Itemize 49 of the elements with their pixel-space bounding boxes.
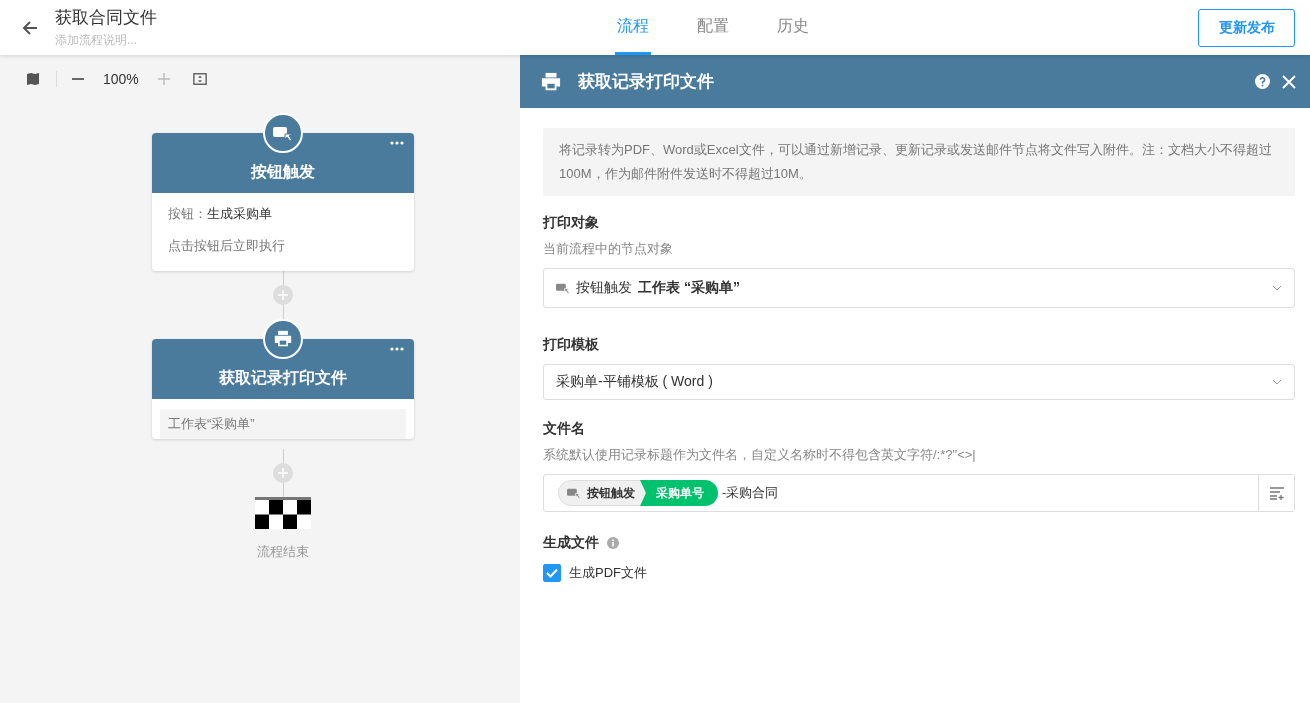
section-label: 打印对象 — [543, 214, 599, 232]
node-tag: 按钮触发 — [558, 480, 646, 506]
node-title: 按钮触发 — [251, 162, 315, 182]
more-icon[interactable] — [390, 141, 404, 145]
info-icon[interactable] — [607, 537, 619, 549]
flow-title: 获取合同文件 — [55, 7, 158, 29]
printer-icon — [273, 330, 293, 348]
section-label: 打印模板 — [543, 336, 599, 354]
list-add-icon — [1268, 486, 1285, 500]
caret-icon — [1272, 285, 1282, 291]
checkbox[interactable] — [543, 564, 561, 582]
node-card[interactable]: 按钮触发 按钮：生成采购单 点击按钮后立即执行 — [152, 133, 414, 271]
node-card[interactable]: 获取记录打印文件 工作表“采购单” — [152, 339, 414, 439]
section-hint: 系统默认使用记录标题作为文件名，自定义名称时不得包含英文字符/:*?"<>| — [543, 446, 977, 464]
finish-flag-icon — [255, 497, 311, 529]
zoom-level: 100% — [103, 71, 139, 87]
panel-title: 获取记录打印文件 — [578, 71, 715, 93]
node-detail: 按钮：生成采购单 — [168, 205, 273, 223]
end-label: 流程结束 — [257, 543, 309, 561]
more-icon[interactable] — [390, 347, 404, 351]
map-icon[interactable] — [26, 72, 40, 86]
node-note: 点击按钮后立即执行 — [168, 237, 286, 255]
info-note: 将记录转为PDF、Word或Excel文件，可以通过新增记录、更新记录或发送邮件节点将文件写入附件。注：文档大小不得超过100M，作为邮件附件发送时不得超过10M。 — [543, 128, 1295, 196]
fit-screen-icon[interactable] — [192, 72, 207, 86]
back-arrow-icon[interactable] — [21, 18, 39, 37]
node-title: 获取记录打印文件 — [219, 368, 347, 388]
section-label: 文件名 — [543, 420, 585, 438]
file-name-text: -采购合同 — [722, 484, 779, 502]
insert-field-button[interactable] — [1258, 475, 1294, 511]
cursor-button-icon — [567, 487, 581, 499]
node-summary: 工作表“采购单” — [160, 409, 406, 439]
checkbox-label: 生成PDF文件 — [569, 564, 647, 582]
section-label: 生成文件 — [543, 534, 599, 552]
publish-button[interactable]: 更新发布 — [1198, 8, 1295, 47]
add-node-icon[interactable] — [273, 285, 293, 305]
printer-icon — [540, 71, 562, 92]
tab[interactable]: 历史 — [775, 0, 811, 55]
close-icon[interactable] — [1282, 74, 1296, 89]
template-select[interactable]: 采购单-平铺模板 ( Word ) — [543, 364, 1295, 400]
print-object-select[interactable]: 按钮触发 工作表 “采购单” — [543, 268, 1295, 308]
add-node-icon[interactable] — [273, 463, 293, 483]
cursor-button-icon — [556, 282, 570, 294]
help-icon[interactable] — [1255, 74, 1270, 89]
file-name-field[interactable]: 按钮触发 采购单号 -采购合同 — [543, 474, 1295, 512]
field-tag: 采购单号 — [640, 480, 718, 506]
tab[interactable]: 配置 — [695, 0, 731, 55]
cursor-button-icon — [273, 124, 293, 142]
caret-icon — [1272, 379, 1282, 385]
section-hint: 当前流程中的节点对象 — [543, 240, 674, 258]
